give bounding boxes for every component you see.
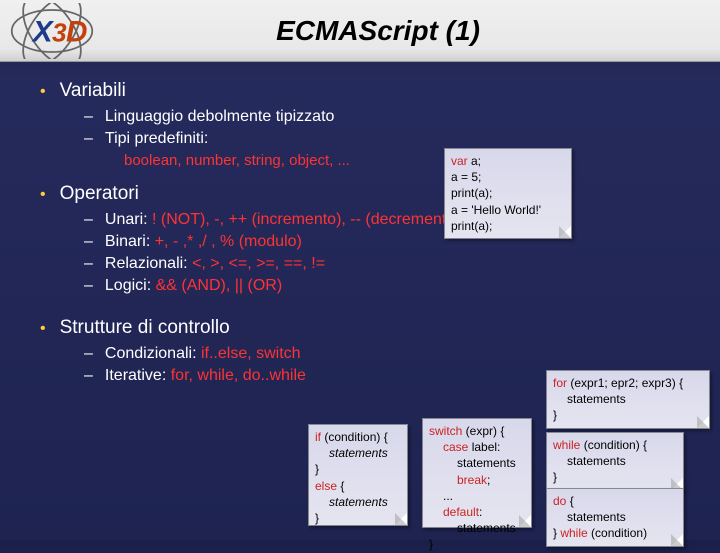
section-operatori: • Operatori – Unari: ! (NOT), -, ++ (inc…	[40, 183, 680, 295]
sub-text: Iterative: for, while, do..while	[105, 367, 306, 385]
dash-icon: –	[84, 255, 93, 273]
dash-icon: –	[84, 130, 93, 148]
sub-text: Relazionali: <, >, <=, >=, ==, !=	[105, 255, 325, 273]
x3d-logo: X 3 D	[8, 3, 96, 59]
slide-content: • Variabili – Linguaggio debolmente tipi…	[0, 62, 720, 409]
sub-text: Tipi predefiniti:	[105, 130, 208, 148]
sub-text: Logici: && (AND), || (OR)	[105, 277, 282, 295]
dash-icon: –	[84, 367, 93, 385]
bullet-heading: • Strutture di controllo	[40, 317, 680, 339]
header: X 3 D ECMAScript (1)	[0, 0, 720, 62]
bullet-icon: •	[40, 320, 46, 338]
code-box-dowhile: do { statements } while (condition)	[546, 488, 684, 547]
heading-text: Operatori	[60, 183, 139, 205]
sub-text: Binari: +, - ,* ,/ , % (modulo)	[105, 233, 302, 251]
sub-item: – Tipi predefiniti:	[84, 130, 680, 148]
sub-item: – Relazionali: <, >, <=, >=, ==, !=	[84, 255, 680, 273]
dash-icon: –	[84, 277, 93, 295]
bullet-heading: • Operatori	[40, 183, 680, 205]
svg-text:D: D	[66, 15, 88, 48]
code-box-for: for (expr1; epr2; expr3) { statements }	[546, 370, 710, 429]
code-box-switch: switch (expr) { case label: statements b…	[422, 418, 532, 528]
dash-icon: –	[84, 211, 93, 229]
page-fold-icon	[519, 515, 531, 527]
page-fold-icon	[559, 226, 571, 238]
code-box-if: if (condition) { statements } else { sta…	[308, 424, 408, 526]
sub-text: Linguaggio debolmente tipizzato	[105, 108, 335, 126]
slide-title: ECMAScript (1)	[96, 15, 720, 47]
dash-icon: –	[84, 233, 93, 251]
dash-icon: –	[84, 108, 93, 126]
heading-text: Strutture di controllo	[60, 317, 230, 339]
sub-text: Unari: ! (NOT), -, ++ (incremento), -- (…	[105, 211, 461, 229]
section-variabili: • Variabili – Linguaggio debolmente tipi…	[40, 80, 680, 169]
page-fold-icon	[395, 513, 407, 525]
type-list: boolean, number, string, object, ...	[124, 152, 680, 169]
sub-item: – Logici: && (AND), || (OR)	[84, 277, 680, 295]
bullet-icon: •	[40, 186, 46, 204]
bullet-icon: •	[40, 83, 46, 101]
sub-item: – Condizionali: if..else, switch	[84, 345, 680, 363]
dash-icon: –	[84, 345, 93, 363]
bullet-heading: • Variabili	[40, 80, 680, 102]
heading-text: Variabili	[60, 80, 126, 102]
page-fold-icon	[697, 416, 709, 428]
svg-text:3: 3	[52, 17, 67, 47]
code-box-var: var a; a = 5; print(a); a = 'Hello World…	[444, 148, 572, 239]
sub-item: – Unari: ! (NOT), -, ++ (incremento), --…	[84, 211, 680, 229]
sub-text: Condizionali: if..else, switch	[105, 345, 301, 363]
sub-item: – Binari: +, - ,* ,/ , % (modulo)	[84, 233, 680, 251]
code-box-while: while (condition) { statements }	[546, 432, 684, 491]
sub-item: – Linguaggio debolmente tipizzato	[84, 108, 680, 126]
